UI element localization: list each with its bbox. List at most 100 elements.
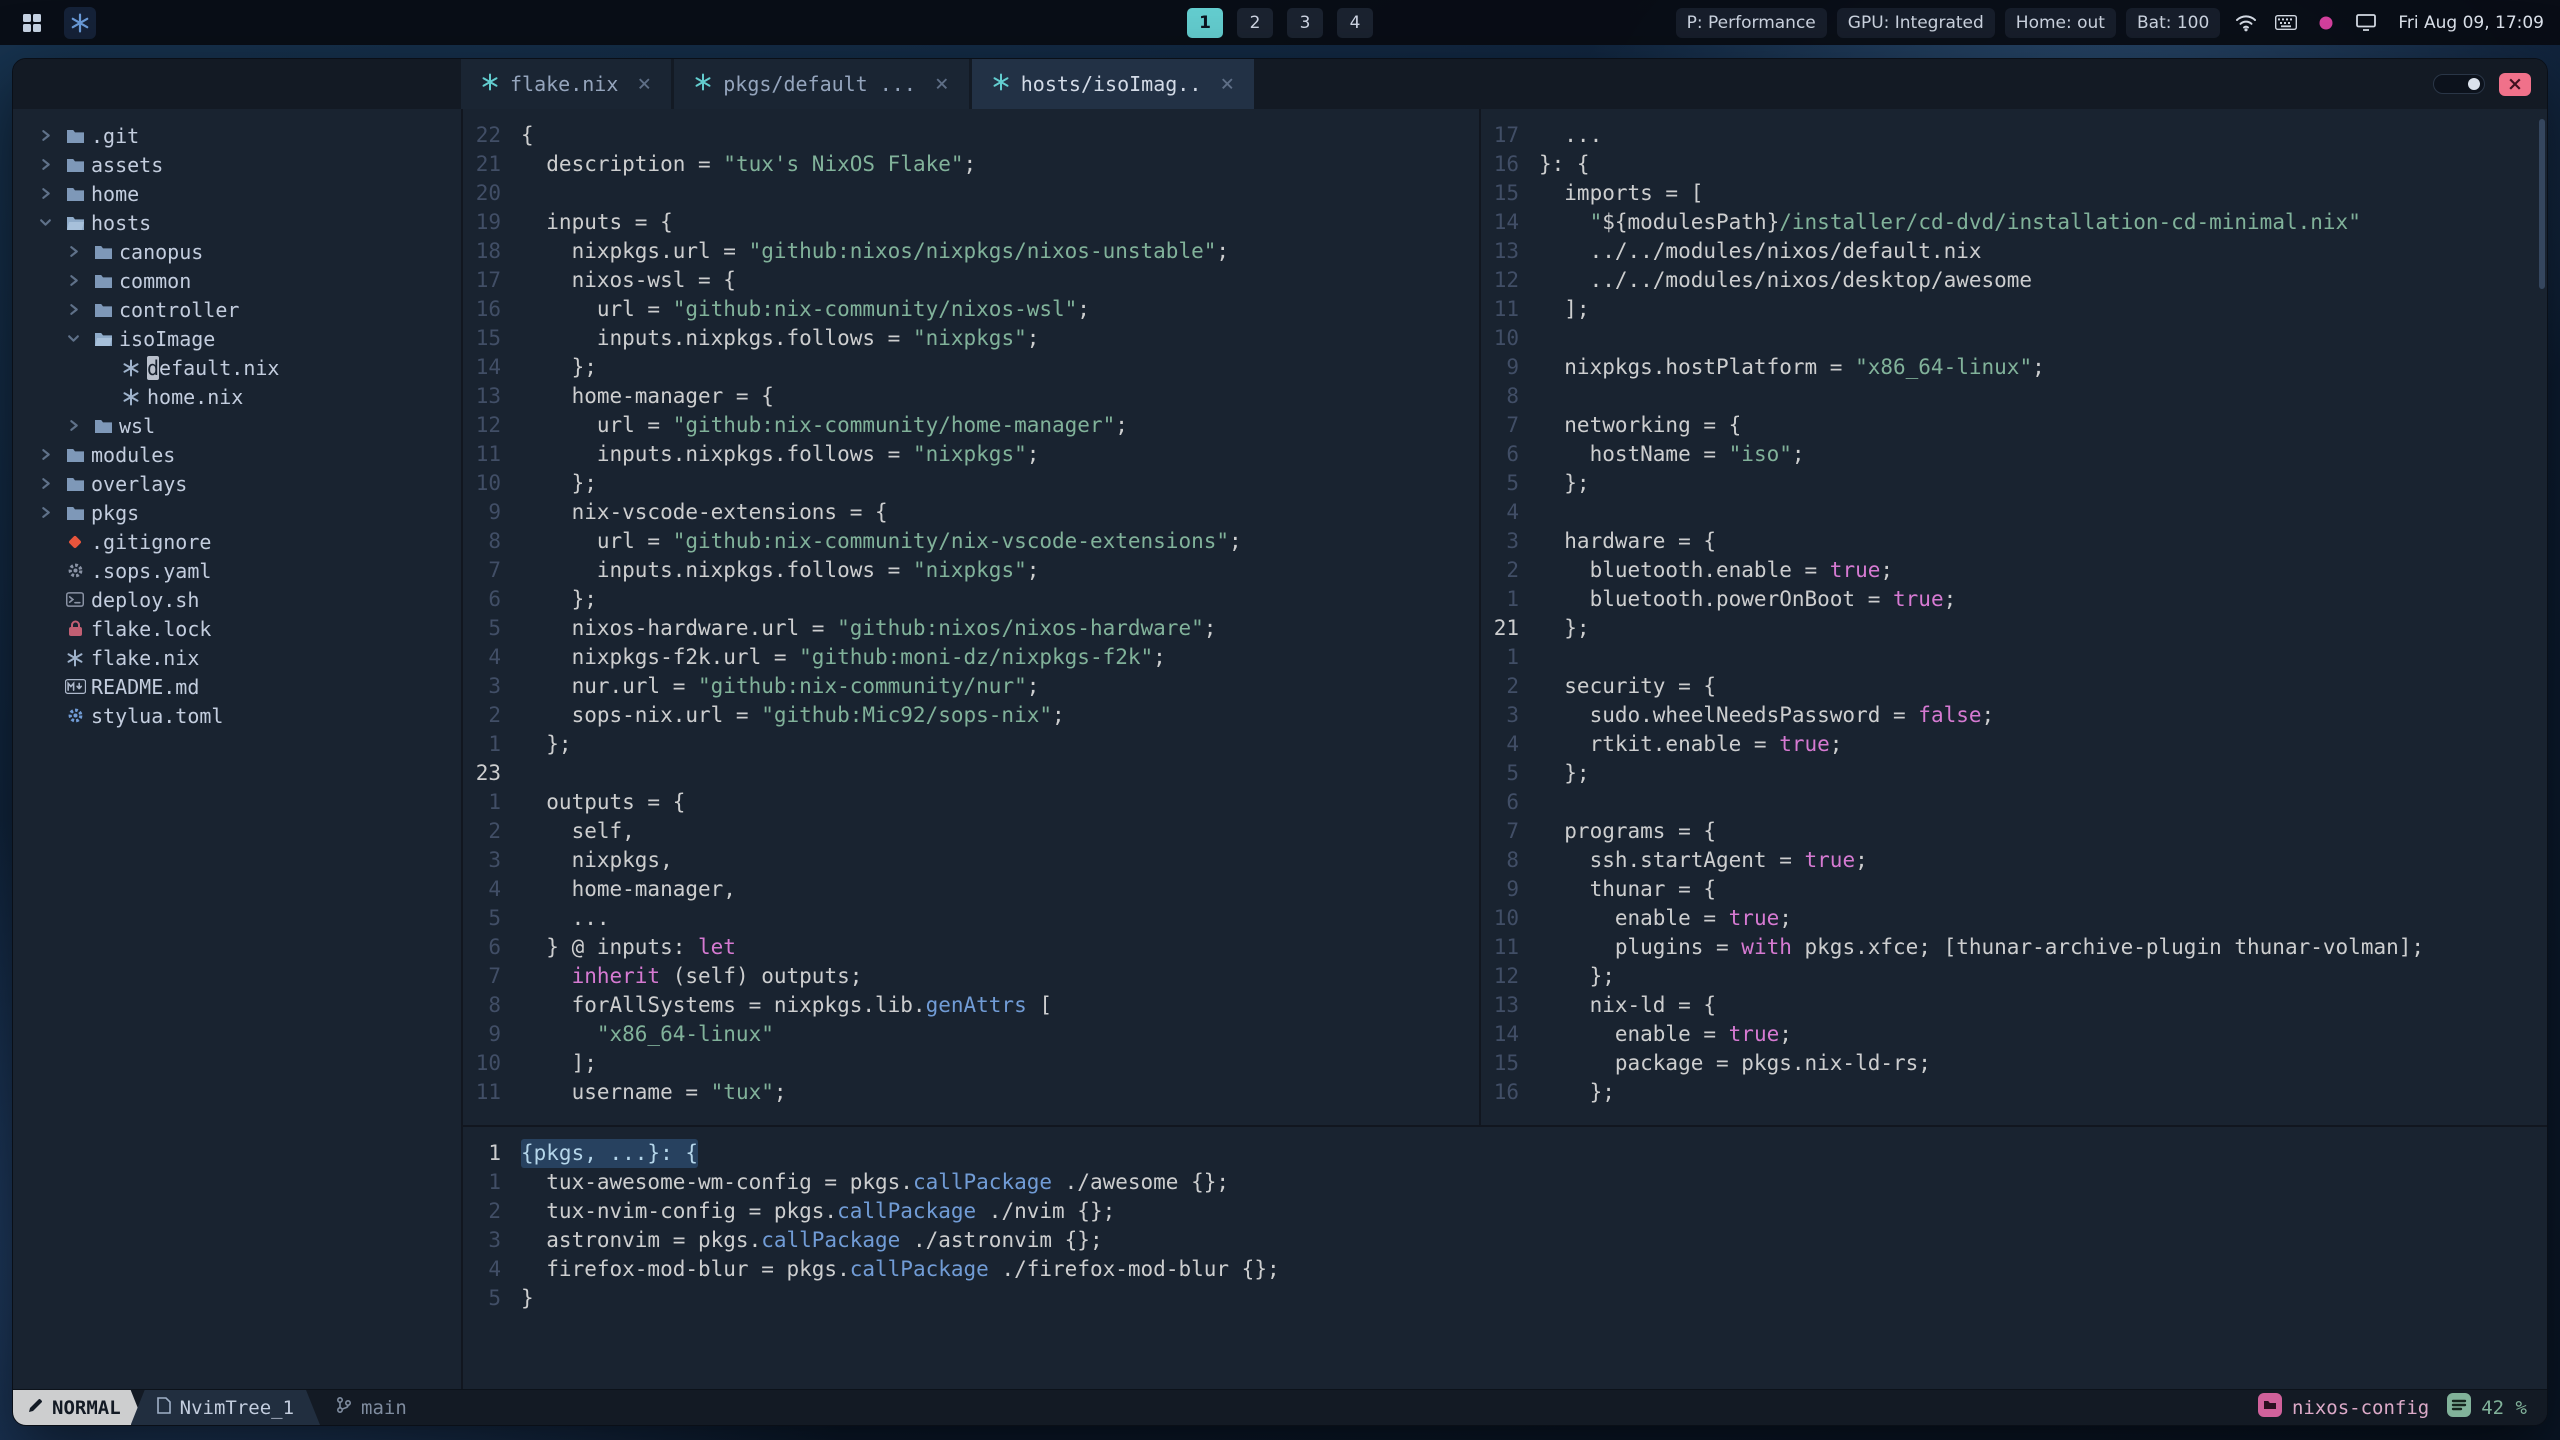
workspace-button-4[interactable]: 4 bbox=[1337, 7, 1373, 38]
code-line[interactable]: 19 inputs = { bbox=[463, 208, 1479, 237]
workspace-button-3[interactable]: 3 bbox=[1287, 7, 1323, 38]
chevron-right-icon[interactable] bbox=[31, 158, 59, 171]
code-line[interactable]: 9 thunar = { bbox=[1481, 875, 2547, 904]
code-line[interactable]: 14 "${modulesPath}/installer/cd-dvd/inst… bbox=[1481, 208, 2547, 237]
code-line[interactable]: 5 ... bbox=[463, 904, 1479, 933]
code-line[interactable]: 9 nixpkgs.hostPlatform = "x86_64-linux"; bbox=[1481, 353, 2547, 382]
tree-file-gitignore[interactable]: .gitignore bbox=[13, 527, 461, 556]
code-line[interactable]: 14 }; bbox=[463, 353, 1479, 382]
code-line[interactable]: 18 nixpkgs.url = "github:nixos/nixpkgs/n… bbox=[463, 237, 1479, 266]
code-line[interactable]: 7 programs = { bbox=[1481, 817, 2547, 846]
code-line[interactable]: 4 bbox=[1481, 498, 2547, 527]
tree-folder-wsl[interactable]: wsl bbox=[13, 411, 461, 440]
code-line[interactable]: 5 }; bbox=[1481, 759, 2547, 788]
tree-file-default-nix[interactable]: default.nix bbox=[13, 353, 461, 382]
code-line[interactable]: 1 bbox=[1481, 643, 2547, 672]
chevron-right-icon[interactable] bbox=[31, 448, 59, 461]
tree-file-README-md[interactable]: README.md bbox=[13, 672, 461, 701]
close-icon[interactable]: × bbox=[1220, 71, 1234, 97]
tree-folder-pkgs[interactable]: pkgs bbox=[13, 498, 461, 527]
tree-file-stylua-toml[interactable]: stylua.toml bbox=[13, 701, 461, 730]
code-line[interactable]: 6 }; bbox=[463, 585, 1479, 614]
workspace-button-1[interactable]: 1 bbox=[1187, 7, 1223, 38]
code-line[interactable]: 3 hardware = { bbox=[1481, 527, 2547, 556]
close-icon[interactable]: × bbox=[935, 71, 949, 97]
scrollbar[interactable] bbox=[2539, 119, 2545, 289]
chevron-right-icon[interactable] bbox=[59, 419, 87, 432]
code-line[interactable]: 15 imports = [ bbox=[1481, 179, 2547, 208]
wifi-icon[interactable] bbox=[2232, 9, 2260, 37]
display-icon[interactable] bbox=[2352, 9, 2380, 37]
code-line[interactable]: 7 inputs.nixpkgs.follows = "nixpkgs"; bbox=[463, 556, 1479, 585]
code-line[interactable]: 13 home-manager = { bbox=[463, 382, 1479, 411]
tree-file-flake-nix[interactable]: flake.nix bbox=[13, 643, 461, 672]
code-line[interactable]: 13 nix-ld = { bbox=[1481, 991, 2547, 1020]
code-line[interactable]: 14 enable = true; bbox=[1481, 1020, 2547, 1049]
code-line[interactable]: 16 }; bbox=[1481, 1078, 2547, 1107]
code-line[interactable]: 2 self, bbox=[463, 817, 1479, 846]
code-line[interactable]: 17 ... bbox=[1481, 121, 2547, 150]
code-line[interactable]: 12 url = "github:nix-community/home-mana… bbox=[463, 411, 1479, 440]
tree-file-sops-yaml[interactable]: .sops.yaml bbox=[13, 556, 461, 585]
color-dot-icon[interactable] bbox=[2312, 9, 2340, 37]
chevron-right-icon[interactable] bbox=[31, 187, 59, 200]
code-line[interactable]: 17 nixos-wsl = { bbox=[463, 266, 1479, 295]
code-line[interactable]: 3 sudo.wheelNeedsPassword = false; bbox=[1481, 701, 2547, 730]
tree-folder-git[interactable]: .git bbox=[13, 121, 461, 150]
code-line[interactable]: 10 enable = true; bbox=[1481, 904, 2547, 933]
tree-file-home-nix[interactable]: home.nix bbox=[13, 382, 461, 411]
code-line[interactable]: 8 url = "github:nix-community/nix-vscode… bbox=[463, 527, 1479, 556]
code-line[interactable]: 23 bbox=[463, 759, 1479, 788]
code-line[interactable]: 5} bbox=[463, 1284, 2547, 1313]
code-line[interactable]: 5 nixos-hardware.url = "github:nixos/nix… bbox=[463, 614, 1479, 643]
code-line[interactable]: 13 ../../modules/nixos/default.nix bbox=[1481, 237, 2547, 266]
code-line[interactable]: 10 }; bbox=[463, 469, 1479, 498]
window-close-button[interactable]: × bbox=[2499, 72, 2531, 96]
tree-folder-overlays[interactable]: overlays bbox=[13, 469, 461, 498]
code-line[interactable]: 2 sops-nix.url = "github:Mic92/sops-nix"… bbox=[463, 701, 1479, 730]
code-line[interactable]: 10 ]; bbox=[463, 1049, 1479, 1078]
chevron-down-icon[interactable] bbox=[31, 216, 59, 229]
code-line[interactable]: 3 nur.url = "github:nix-community/nur"; bbox=[463, 672, 1479, 701]
code-line[interactable]: 11 username = "tux"; bbox=[463, 1078, 1479, 1107]
code-line[interactable]: 1 {pkgs, ...}: { bbox=[463, 1139, 2547, 1168]
code-line[interactable]: 15 package = pkgs.nix-ld-rs; bbox=[1481, 1049, 2547, 1078]
code-line[interactable]: 1 tux-awesome-wm-config = pkgs.callPacka… bbox=[463, 1168, 2547, 1197]
code-line[interactable]: 6 } @ inputs: let bbox=[463, 933, 1479, 962]
code-line[interactable]: 20 bbox=[463, 179, 1479, 208]
chevron-right-icon[interactable] bbox=[31, 129, 59, 142]
keyboard-icon[interactable] bbox=[2272, 9, 2300, 37]
code-line[interactable]: 1 bluetooth.powerOnBoot = true; bbox=[1481, 585, 2547, 614]
code-line[interactable]: 4 rtkit.enable = true; bbox=[1481, 730, 2547, 759]
tree-folder-modules[interactable]: modules bbox=[13, 440, 461, 469]
code-line[interactable]: 16}: { bbox=[1481, 150, 2547, 179]
tree-file-deploy-sh[interactable]: deploy.sh bbox=[13, 585, 461, 614]
code-line[interactable]: 6 hostName = "iso"; bbox=[1481, 440, 2547, 469]
code-line[interactable]: 3 astronvim = pkgs.callPackage ./astronv… bbox=[463, 1226, 2547, 1255]
tree-folder-home[interactable]: home bbox=[13, 179, 461, 208]
workspace-button-2[interactable]: 2 bbox=[1237, 7, 1273, 38]
tree-file-flake-lock[interactable]: flake.lock bbox=[13, 614, 461, 643]
code-line[interactable]: 11 plugins = with pkgs.xfce; [thunar-arc… bbox=[1481, 933, 2547, 962]
tree-folder-canopus[interactable]: canopus bbox=[13, 237, 461, 266]
code-line[interactable]: 2 tux-nvim-config = pkgs.callPackage ./n… bbox=[463, 1197, 2547, 1226]
code-line[interactable]: 6 bbox=[1481, 788, 2547, 817]
tab-hosts-isoImag[interactable]: hosts/isoImag.. × bbox=[971, 59, 1255, 109]
chevron-right-icon[interactable] bbox=[59, 245, 87, 258]
tree-folder-isoImage[interactable]: isoImage bbox=[13, 324, 461, 353]
code-line[interactable]: 11 ]; bbox=[1481, 295, 2547, 324]
tree-folder-common[interactable]: common bbox=[13, 266, 461, 295]
tree-folder-controller[interactable]: controller bbox=[13, 295, 461, 324]
code-line[interactable]: 4 firefox-mod-blur = pkgs.callPackage ./… bbox=[463, 1255, 2547, 1284]
code-line[interactable]: 3 nixpkgs, bbox=[463, 846, 1479, 875]
close-icon[interactable]: × bbox=[637, 71, 651, 97]
code-line[interactable]: 10 bbox=[1481, 324, 2547, 353]
nixos-logo-icon[interactable] bbox=[64, 6, 96, 39]
code-line[interactable]: 11 inputs.nixpkgs.follows = "nixpkgs"; bbox=[463, 440, 1479, 469]
code-line[interactable]: 12 }; bbox=[1481, 962, 2547, 991]
app-grid-icon[interactable] bbox=[16, 7, 48, 39]
tree-folder-hosts[interactable]: hosts bbox=[13, 208, 461, 237]
code-line[interactable]: 1 outputs = { bbox=[463, 788, 1479, 817]
code-line[interactable]: 9 nix-vscode-extensions = { bbox=[463, 498, 1479, 527]
tab-flake-nix[interactable]: flake.nix × bbox=[461, 59, 672, 109]
